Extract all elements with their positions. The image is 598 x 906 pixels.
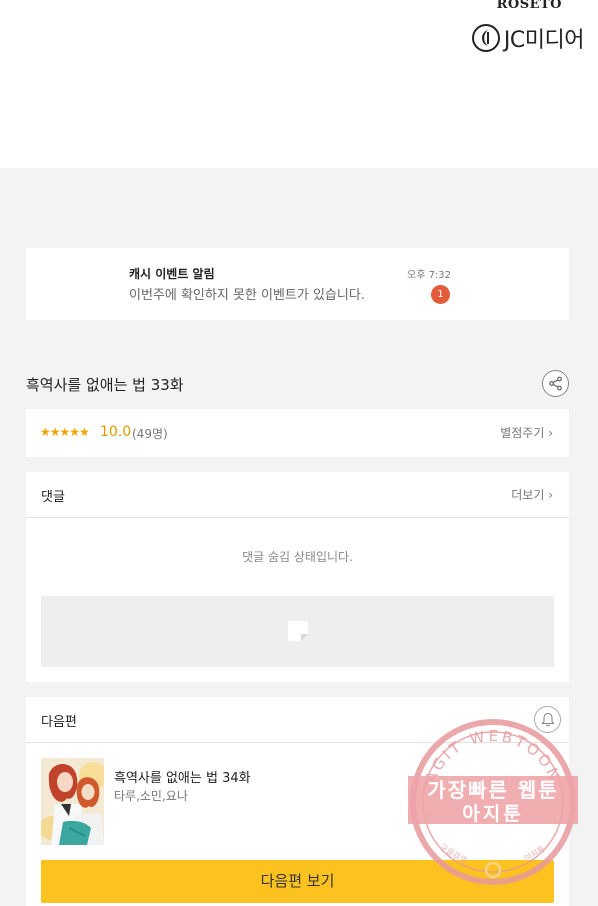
jc-logo-icon (471, 24, 500, 52)
next-episode-title[interactable]: 흑역사를 없애는 법 34화 (114, 767, 251, 786)
notify-button[interactable] (534, 706, 561, 733)
bell-icon (540, 712, 555, 727)
next-episode-button[interactable]: 다음편 보기 (41, 860, 554, 903)
share-icon (549, 376, 562, 391)
notification-card[interactable]: 캐시 이벤트 알림 이번주에 확인하지 못한 이벤트가 있습니다. 오후 7:3… (26, 248, 569, 320)
next-episode-thumbnail[interactable] (41, 758, 104, 845)
rating-stars: ★★★★★ (40, 425, 90, 439)
jc-logo-text: JC미디어 (503, 28, 585, 53)
ad-placeholder[interactable] (41, 596, 554, 667)
notification-badge: 1 (431, 285, 450, 304)
rating-count: (49명) (132, 427, 168, 441)
notification-time: 오후 7:32 (407, 270, 452, 281)
roseto-logo: ROSETO (496, 0, 562, 12)
comments-more-link[interactable]: 더보기 › (511, 486, 553, 503)
comments-header: 댓글 더보기 › (26, 472, 569, 518)
notification-title: 캐시 이벤트 알림 (129, 267, 215, 281)
rate-button[interactable]: 별점주기 › (500, 424, 553, 441)
comments-hidden-message: 댓글 숨김 상태입니다. (242, 550, 353, 564)
episode-title: 흑역사를 없애는 법 33화 (26, 376, 184, 394)
comments-card: 댓글 더보기 › 댓글 숨김 상태입니다. (26, 472, 569, 682)
next-episode-header: 다음편 (26, 697, 569, 743)
image-placeholder-icon (288, 621, 308, 641)
top-banner: ROSETO JC미디어 (0, 0, 598, 168)
rating-score: 10.0 (100, 424, 132, 440)
thumbnail-illustration (41, 758, 104, 845)
jc-media-logo: JC미디어 (471, 22, 585, 54)
next-episode-card: 다음편 흑역사를 없애는 법 34화 타루,소민,요나 다음편 보기 (26, 697, 569, 906)
share-button[interactable] (542, 370, 569, 397)
comments-title: 댓글 (41, 490, 65, 505)
next-episode-authors: 타루,소민,요나 (114, 789, 188, 803)
rating-card: ★★★★★ 10.0 (49명) 별점주기 › (26, 409, 569, 457)
notification-message: 이번주에 확인하지 못한 이벤트가 있습니다. (129, 288, 365, 303)
next-episode-section-title: 다음편 (41, 715, 77, 730)
